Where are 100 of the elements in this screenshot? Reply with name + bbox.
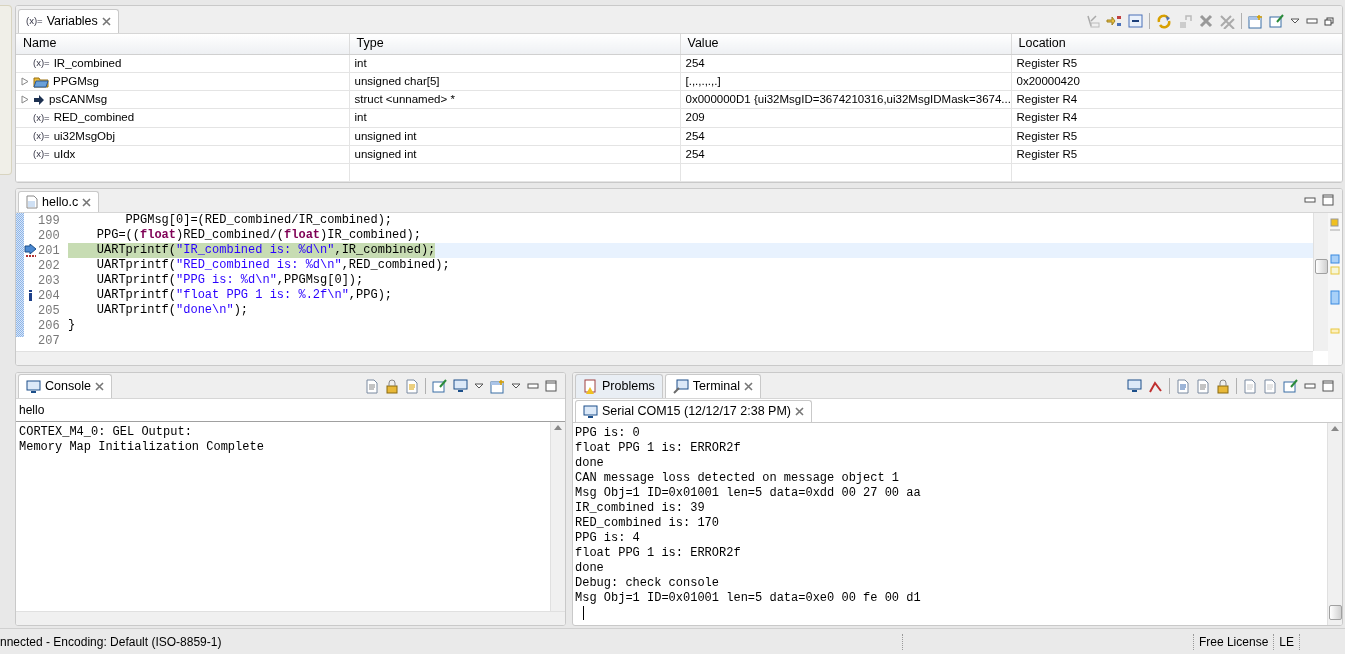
variables-icon: (x)= (26, 14, 43, 29)
table-cell: [.,.,.,.,.] (680, 72, 1011, 91)
c-file-icon (26, 195, 38, 209)
line-number: 202 (38, 257, 61, 275)
restore-icon[interactable] (1324, 16, 1334, 26)
table-cell: Register R4 (1011, 90, 1342, 109)
table-cell: unsigned int (349, 127, 680, 146)
variable-name: RED_combined (53, 110, 135, 126)
line-number: 206 (38, 317, 61, 335)
line-number: 205 (38, 302, 61, 320)
vertical-scrollbar[interactable] (1313, 213, 1328, 351)
close-icon[interactable] (94, 382, 104, 391)
view-tab[interactable]: Console (18, 374, 112, 398)
dropdown-icon[interactable] (1290, 18, 1300, 24)
line-number: 207 (38, 332, 61, 350)
table-cell: int (349, 108, 680, 127)
close-icon[interactable] (744, 382, 754, 391)
scroll-up-icon[interactable] (554, 425, 562, 430)
table-cell: unsigned int (349, 145, 680, 164)
text-cursor (583, 606, 584, 620)
scroll-up-icon[interactable] (1331, 426, 1339, 431)
line-number: 199 (38, 212, 61, 230)
console-output-line: Memory Map Initialization Complete (19, 440, 265, 455)
view-tab[interactable]: Problems (575, 374, 663, 398)
session-tab[interactable]: Serial COM15 (12/12/17 2:38 PM) (575, 400, 812, 422)
folder-icon (33, 74, 49, 88)
view-tab[interactable]: (x)= Variables (18, 9, 119, 33)
terminal-output-line: PPG is: 4 (575, 531, 641, 546)
variable-name: ui32MsgObj (53, 128, 115, 144)
new-window-icon[interactable] (490, 378, 505, 394)
remove-all-icon[interactable] (1219, 13, 1235, 29)
collapse-icon[interactable] (1128, 14, 1143, 28)
remove-icon[interactable] (1199, 14, 1213, 28)
variable-name: IR_combined (53, 55, 122, 71)
column-header[interactable]: Location (1011, 34, 1342, 54)
table-cell: Register R5 (1011, 127, 1342, 146)
minimize-icon[interactable] (1306, 18, 1318, 24)
minimize-icon[interactable] (1304, 383, 1316, 389)
view-tab[interactable]: Terminal (664, 374, 762, 398)
scrollbar-thumb[interactable] (1314, 258, 1328, 274)
code-line: UARTprintf("RED_combined is: %d\n",RED_combined); (95, 258, 450, 273)
dropdown-icon[interactable] (511, 383, 521, 389)
column-header[interactable]: Type (349, 34, 680, 54)
warning-page-icon (583, 379, 598, 394)
editor-tab[interactable]: hello.c (18, 191, 100, 212)
line-number: 200 (38, 227, 61, 245)
maximize-icon[interactable] (1322, 194, 1334, 206)
column-header[interactable]: Value (680, 34, 1011, 54)
console-output-line: CORTEX_M4_0: GEL Output: (19, 425, 193, 440)
close-icon[interactable] (795, 407, 804, 416)
console-icon[interactable] (26, 379, 41, 394)
maximize-icon[interactable] (545, 380, 557, 392)
terminal-icon (672, 379, 689, 394)
variable-icon: (x)= (33, 129, 50, 144)
minimize-icon[interactable] (1304, 197, 1316, 203)
terminal-output-line: float PPG 1 is: ERROR2f (575, 546, 742, 561)
refresh-icon[interactable] (1156, 13, 1172, 29)
table-cell: Register R5 (1011, 54, 1342, 73)
dropdown-icon[interactable] (474, 383, 484, 389)
display-console-icon[interactable] (453, 379, 468, 393)
terminal-output-line: Debug: check console (575, 576, 721, 591)
lock-icon[interactable] (1216, 378, 1230, 394)
table-cell: 0x000000D1 {ui32MsgID=3674210316,ui32MsgIDMask=3674... (680, 90, 1011, 109)
table-cell: 209 (680, 108, 1011, 127)
arrow-tree-icon[interactable] (1106, 14, 1122, 28)
table-cell: Register R4 (1011, 108, 1342, 127)
horizontal-scrollbar[interactable] (16, 351, 1313, 365)
terminal-output-line: PPG is: 0 (575, 426, 641, 441)
minimize-icon[interactable] (527, 383, 539, 389)
table-cell: 0x20000420 (1011, 72, 1342, 91)
terminal-output-line: RED_combined is: 170 (575, 516, 721, 531)
column-header[interactable]: Name (16, 34, 349, 54)
variable-name: psCANMsg (49, 92, 108, 107)
close-icon[interactable] (82, 197, 92, 207)
byte-order-label: LE (1279, 633, 1294, 651)
license-label: Free License (1198, 633, 1269, 651)
code-line: PPG=((float)RED_combined/(float)IR_combined); (95, 228, 421, 243)
terminal-output-line: done (575, 561, 605, 576)
maximize-icon[interactable] (1322, 380, 1334, 392)
table-cell: int (349, 54, 680, 73)
code-line: UARTprintf("done\n"); (95, 303, 249, 318)
variable-icon: (x)= (33, 56, 50, 71)
terminal-output-line: Msg Obj=1 ID=0x01001 len=5 data=0xdd 00 27 00 aa (575, 486, 922, 501)
arrow-icon (33, 94, 45, 105)
terminal-output-line: IR_combined is: 39 (575, 501, 706, 516)
table-cell: struct <unnamed> * (349, 90, 680, 109)
connect-icon[interactable] (1127, 379, 1142, 393)
serial-icon[interactable] (583, 404, 598, 419)
vertical-scrollbar[interactable] (1327, 423, 1342, 625)
vertical-scrollbar[interactable] (550, 422, 565, 611)
new-window-icon[interactable] (1248, 13, 1263, 29)
terminal-output-line: Msg Obj=1 ID=0x01001 len=5 data=0xe0 00 fe 00 d1 (575, 591, 922, 606)
close-icon[interactable] (101, 17, 111, 26)
lock-icon[interactable] (385, 378, 399, 394)
scrollbar-thumb[interactable] (1328, 605, 1342, 620)
line-number: 204 (38, 287, 61, 305)
code-line: UARTprintf("PPG is: %d\n",PPGMsg[0]); (95, 273, 364, 288)
horizontal-scrollbar[interactable] (16, 611, 565, 625)
variable-icon: (x)= (33, 110, 50, 125)
table-cell: 254 (680, 127, 1011, 146)
